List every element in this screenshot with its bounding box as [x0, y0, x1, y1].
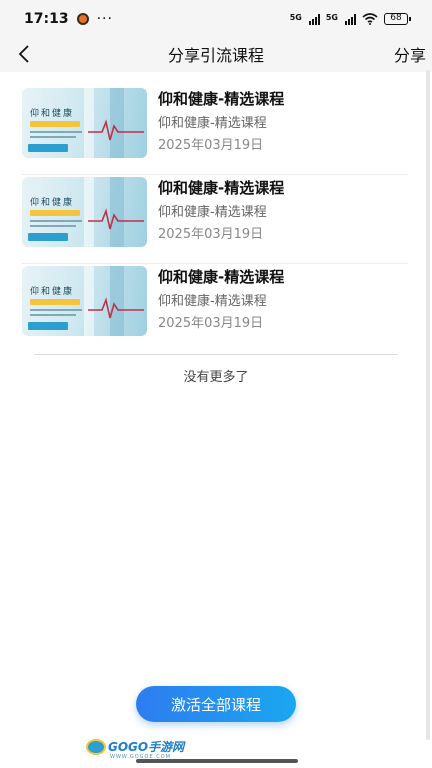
list-end-text: 没有更多了	[183, 370, 249, 385]
signal-label-1: 5G	[289, 13, 302, 22]
status-right: 5G 5G 68	[289, 13, 411, 25]
signal-icon-2	[345, 13, 356, 25]
list-end-divider	[34, 354, 398, 355]
course-item[interactable]: 仰和健康 仰和健康-精选课程 仰和健康-精选课程 2025年03月19日	[22, 86, 408, 175]
stethoscope-icon	[88, 119, 144, 141]
battery-icon: 68	[384, 13, 411, 25]
watermark-text: GOGO手游网	[108, 740, 185, 754]
course-subtitle: 仰和健康-精选课程	[158, 116, 267, 131]
signal-icon-1	[308, 13, 320, 25]
stethoscope-icon	[88, 208, 144, 230]
course-title: 仰和健康-精选课程	[158, 179, 285, 197]
stethoscope-icon	[88, 297, 144, 319]
course-date: 2025年03月19日	[158, 138, 264, 153]
course-title: 仰和健康-精选课程	[158, 268, 285, 286]
course-date: 2025年03月19日	[158, 316, 264, 331]
notification-app-icon	[76, 13, 89, 25]
thumbnail-text: 仰和健康	[30, 198, 75, 208]
share-button[interactable]: 分享	[394, 42, 426, 66]
thumbnail-text: 仰和健康	[30, 109, 75, 119]
course-date: 2025年03月19日	[158, 227, 264, 242]
home-indicator[interactable]	[136, 759, 298, 763]
status-left: 17:13 ···	[24, 11, 113, 27]
signal-label-2: 5G	[325, 13, 338, 22]
nav-bar: 分享引流课程 分享	[0, 38, 432, 70]
activate-all-courses-button[interactable]: 激活全部课程	[136, 686, 296, 722]
thumbnail-text: 仰和健康	[30, 287, 75, 297]
course-list: 仰和健康 仰和健康-精选课程 仰和健康-精选课程 2025年03月19日 仰和健…	[0, 86, 432, 353]
wifi-icon	[362, 13, 378, 25]
watermark-logo: GOGO手游网 WWW.GOGOE.COM	[86, 738, 185, 760]
more-notifications-icon: ···	[96, 11, 113, 27]
course-thumbnail: 仰和健康	[22, 88, 147, 158]
course-subtitle: 仰和健康-精选课程	[158, 294, 267, 309]
gogo-logo-icon	[86, 738, 106, 755]
main-content: 仰和健康 仰和健康-精选课程 仰和健康-精选课程 2025年03月19日 仰和健…	[0, 72, 432, 768]
status-bar: 17:13 ··· 5G 5G 68	[0, 0, 432, 38]
course-item[interactable]: 仰和健康 仰和健康-精选课程 仰和健康-精选课程 2025年03月19日	[22, 264, 408, 353]
course-item[interactable]: 仰和健康 仰和健康-精选课程 仰和健康-精选课程 2025年03月19日	[22, 175, 408, 264]
status-time: 17:13	[24, 11, 69, 27]
scrollbar[interactable]	[426, 70, 430, 740]
course-thumbnail: 仰和健康	[22, 177, 147, 247]
course-subtitle: 仰和健康-精选课程	[158, 205, 267, 220]
course-thumbnail: 仰和健康	[22, 266, 147, 336]
course-title: 仰和健康-精选课程	[158, 90, 285, 108]
page-title: 分享引流课程	[167, 46, 264, 65]
